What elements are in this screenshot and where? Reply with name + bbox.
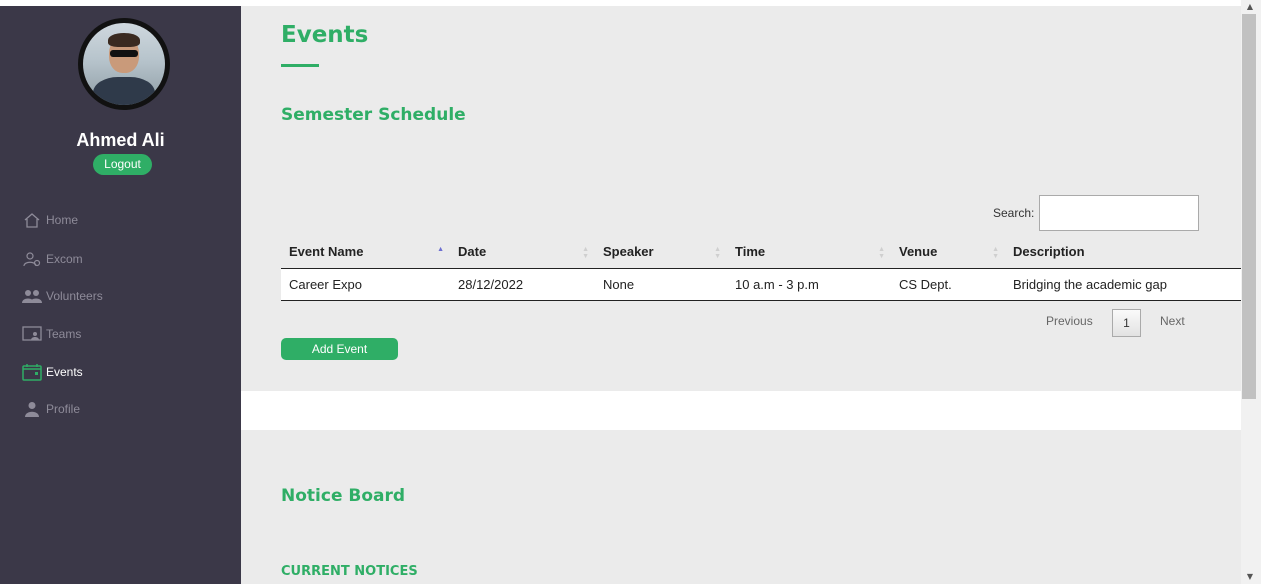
avatar — [78, 18, 170, 110]
logout-button[interactable]: Logout — [93, 154, 152, 175]
scroll-up-icon[interactable]: ▲ — [1244, 2, 1256, 11]
sort-icon: ▲ ▼ — [714, 246, 721, 260]
sidebar-item-volunteers[interactable]: Volunteers — [22, 286, 103, 306]
column-header-event-name[interactable]: Event Name ▲ — [281, 234, 450, 269]
add-event-button[interactable]: Add Event — [281, 338, 398, 360]
sidebar-item-label: Profile — [46, 402, 81, 416]
current-notices-heading: CURRENT NOTICES — [281, 564, 418, 579]
sidebar-item-events[interactable]: Events — [22, 362, 83, 382]
sidebar-item-profile[interactable]: Profile — [22, 399, 80, 419]
next-page-button[interactable]: Next — [1160, 314, 1185, 328]
events-table: Event Name ▲ Date ▲ ▼ Speaker ▲ ▼ Time ▲ ▼ Venu… — [281, 234, 1241, 301]
column-header-speaker[interactable]: Speaker ▲ ▼ — [595, 234, 727, 269]
cell-event-name: Career Expo — [281, 268, 450, 301]
sidebar-item-teams[interactable]: Teams — [22, 324, 81, 344]
home-icon — [22, 211, 42, 229]
sidebar-item-label: Events — [46, 365, 83, 379]
cell-time: 10 a.m - 3 p.m — [727, 268, 891, 301]
search-input[interactable] — [1039, 195, 1199, 231]
notice-board-heading: Notice Board — [281, 486, 406, 506]
sidebar: Ahmed Ali Logout Home Excom Volunteers T… — [0, 6, 241, 584]
sidebar-item-excom[interactable]: Excom — [22, 249, 83, 269]
title-underline — [281, 64, 319, 67]
cell-description: Bridging the academic gap — [1005, 268, 1241, 301]
cell-date: 28/12/2022 — [450, 268, 595, 301]
sidebar-item-label: Home — [46, 213, 79, 227]
schedule-heading: Semester Schedule — [281, 105, 466, 125]
scrollbar-thumb[interactable] — [1242, 14, 1256, 399]
sort-asc-icon: ▲ — [437, 246, 444, 253]
table-row: Career Expo 28/12/2022 None 10 a.m - 3 p… — [281, 268, 1241, 301]
person-icon — [22, 400, 42, 418]
column-header-time[interactable]: Time ▲ ▼ — [727, 234, 891, 269]
column-header-date[interactable]: Date ▲ ▼ — [450, 234, 595, 269]
sidebar-item-label: Excom — [46, 252, 83, 266]
sort-icon: ▲ ▼ — [582, 246, 589, 260]
sort-icon: ▲ ▼ — [878, 246, 885, 260]
scroll-down-icon[interactable]: ▼ — [1244, 572, 1256, 581]
users-gear-icon — [22, 250, 42, 268]
user-name: Ahmed Ali — [76, 130, 165, 150]
sidebar-item-label: Teams — [46, 327, 82, 341]
notice-panel — [241, 430, 1241, 584]
sort-icon: ▲ ▼ — [992, 246, 999, 260]
table-header-row: Event Name ▲ Date ▲ ▼ Speaker ▲ ▼ Time ▲ ▼ Venu… — [281, 234, 1241, 269]
group-icon — [22, 287, 42, 305]
sidebar-item-label: Volunteers — [46, 289, 103, 303]
cell-speaker: None — [595, 268, 727, 301]
cell-venue: CS Dept. — [891, 268, 1005, 301]
previous-page-button[interactable]: Previous — [1046, 314, 1093, 328]
page-1-button[interactable]: 1 — [1112, 309, 1141, 337]
column-header-venue[interactable]: Venue ▲ ▼ — [891, 234, 1005, 269]
search-label: Search: — [993, 206, 1035, 220]
column-header-description[interactable]: Description — [1005, 234, 1241, 269]
page-title: Events — [281, 22, 369, 48]
section-divider — [241, 391, 1241, 430]
sidebar-item-home[interactable]: Home — [22, 210, 78, 230]
calendar-icon — [22, 363, 42, 381]
presentation-icon — [22, 325, 42, 343]
